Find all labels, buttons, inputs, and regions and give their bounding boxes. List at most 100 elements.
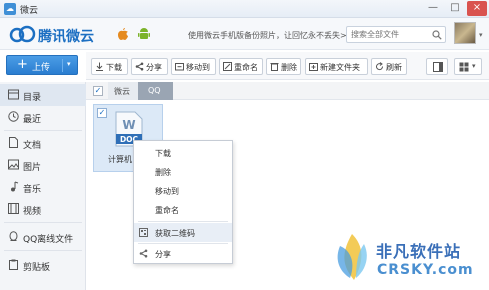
toolbar: 下载 分享 移动到 重命名 删除 新建文件夹 刷新 ▾ xyxy=(86,52,489,80)
sidebar-item-directory[interactable]: 目录 xyxy=(0,84,86,106)
new-folder-button[interactable]: 新建文件夹 xyxy=(305,58,368,75)
sidebar-item-documents[interactable]: 文档 xyxy=(0,132,86,154)
breadcrumb-arrow xyxy=(166,82,173,100)
weiyun-logo-icon xyxy=(9,25,36,43)
menu-item-label: 下载 xyxy=(155,149,171,158)
sidebar-item-label: 剪贴板 xyxy=(23,263,51,273)
menu-divider xyxy=(138,221,228,222)
delete-button[interactable]: 删除 xyxy=(266,58,301,75)
sidebar-item-music[interactable]: 音乐 xyxy=(0,176,86,198)
logo-text: 腾讯微云 xyxy=(38,29,94,45)
rename-icon xyxy=(223,62,232,71)
apple-icon[interactable] xyxy=(117,27,129,41)
sidebar-item-label: 目录 xyxy=(23,93,42,103)
watermark-subtitle: CRSKY.com xyxy=(377,262,474,278)
promo-link[interactable]: 使用微云手机版备份照片，让回忆永不丢失>> xyxy=(188,30,353,41)
document-icon xyxy=(9,137,18,148)
sidebar-divider xyxy=(4,130,82,131)
menu-item-label: 重命名 xyxy=(155,206,179,215)
close-button[interactable]: × xyxy=(467,1,487,16)
move-to-label: 移动到 xyxy=(186,63,210,72)
qq-icon xyxy=(9,231,18,241)
menu-item-move-to[interactable]: 移动到 xyxy=(134,181,232,200)
search-icon[interactable] xyxy=(432,30,442,40)
menu-item-label: 获取二维码 xyxy=(155,229,195,238)
rename-button[interactable]: 重命名 xyxy=(219,58,263,75)
sidebar-item-label: QQ离线文件 xyxy=(23,235,74,245)
menu-item-download[interactable]: 下载 xyxy=(134,143,232,162)
search-box[interactable] xyxy=(346,26,446,43)
sidebar-item-label: 文档 xyxy=(23,141,42,151)
sidebar-item-label: 音乐 xyxy=(23,185,42,195)
menu-item-share[interactable]: 分享 xyxy=(134,244,232,263)
chevron-down-icon: ▾ xyxy=(472,62,476,70)
music-icon xyxy=(11,181,19,192)
menu-item-get-qrcode[interactable]: 获取二维码 xyxy=(134,223,232,242)
download-icon xyxy=(96,62,103,71)
upload-button[interactable]: + 上传 ▾ xyxy=(6,55,78,75)
refresh-button[interactable]: 刷新 xyxy=(371,58,407,75)
download-label: 下载 xyxy=(106,63,122,72)
minimize-button[interactable]: — xyxy=(423,1,443,16)
menu-item-delete[interactable]: 删除 xyxy=(134,162,232,181)
plus-icon: + xyxy=(17,57,28,72)
share-label: 分享 xyxy=(146,63,162,72)
sidebar-item-label: 视频 xyxy=(23,207,42,217)
clock-icon xyxy=(8,111,19,122)
window-title: 微云 xyxy=(20,6,39,16)
sidebar-divider xyxy=(4,250,82,251)
move-icon xyxy=(175,63,184,71)
upload-dropdown-icon[interactable]: ▾ xyxy=(67,60,71,68)
watermark-title: 非凡软件站 xyxy=(376,242,462,261)
share-button[interactable]: 分享 xyxy=(131,58,168,75)
breadcrumb-root[interactable]: 微云 xyxy=(108,82,140,100)
menu-item-label: 删除 xyxy=(155,168,171,177)
clipboard-icon xyxy=(9,259,18,270)
sidebar: 目录 最近 文档 图片 音乐 视频 QQ离线文件 剪贴板 xyxy=(0,82,86,290)
avatar[interactable] xyxy=(454,22,476,44)
sidebar-item-clipboard[interactable]: 剪贴板 xyxy=(0,254,86,276)
search-input[interactable] xyxy=(347,27,429,42)
download-button[interactable]: 下载 xyxy=(91,58,128,75)
title-bar: ☁ 微云 — □ × xyxy=(0,0,489,18)
context-menu: 下载 删除 移动到 重命名 获取二维码 分享 xyxy=(133,140,233,264)
panel-toggle-button[interactable] xyxy=(426,58,448,75)
refresh-label: 刷新 xyxy=(386,63,402,72)
grid-icon xyxy=(459,62,469,72)
watermark-logo-icon xyxy=(337,234,367,280)
share-icon xyxy=(135,62,144,71)
view-mode-button[interactable]: ▾ xyxy=(454,58,482,75)
chevron-down-icon[interactable]: ▾ xyxy=(479,31,483,39)
upload-divider xyxy=(62,59,63,72)
svg-text:W: W xyxy=(122,118,135,132)
maximize-button[interactable]: □ xyxy=(445,1,465,16)
breadcrumb: ✓ 微云 QQ xyxy=(86,82,489,100)
folder-icon xyxy=(8,89,19,100)
upload-label: 上传 xyxy=(32,63,51,73)
sidebar-item-label: 最近 xyxy=(23,115,42,125)
new-folder-label: 新建文件夹 xyxy=(320,63,360,72)
rename-label: 重命名 xyxy=(234,63,258,72)
sidebar-item-images[interactable]: 图片 xyxy=(0,154,86,176)
sidebar-item-video[interactable]: 视频 xyxy=(0,198,86,220)
delete-label: 删除 xyxy=(281,63,297,72)
image-icon xyxy=(8,159,19,170)
sidebar-item-qq-offline[interactable]: QQ离线文件 xyxy=(0,226,86,248)
move-to-button[interactable]: 移动到 xyxy=(171,58,216,75)
file-checkbox[interactable]: ✓ xyxy=(97,108,107,118)
select-all-checkbox[interactable]: ✓ xyxy=(93,86,103,96)
sidebar-item-recent[interactable]: 最近 xyxy=(0,106,86,128)
share-icon xyxy=(139,249,148,258)
header: 腾讯微云 使用微云手机版备份照片，让回忆永不丢失>> ▾ xyxy=(0,18,489,50)
menu-item-label: 分享 xyxy=(155,250,171,259)
new-folder-icon xyxy=(309,63,318,71)
sidebar-divider xyxy=(4,222,82,223)
delete-icon xyxy=(270,63,279,71)
refresh-icon xyxy=(376,62,384,71)
file-name: 计算机 xyxy=(108,155,132,164)
qrcode-icon xyxy=(139,228,148,237)
android-icon[interactable] xyxy=(138,27,150,41)
panel-icon xyxy=(433,62,443,72)
menu-item-rename[interactable]: 重命名 xyxy=(134,200,232,219)
sidebar-item-label: 图片 xyxy=(23,163,42,173)
